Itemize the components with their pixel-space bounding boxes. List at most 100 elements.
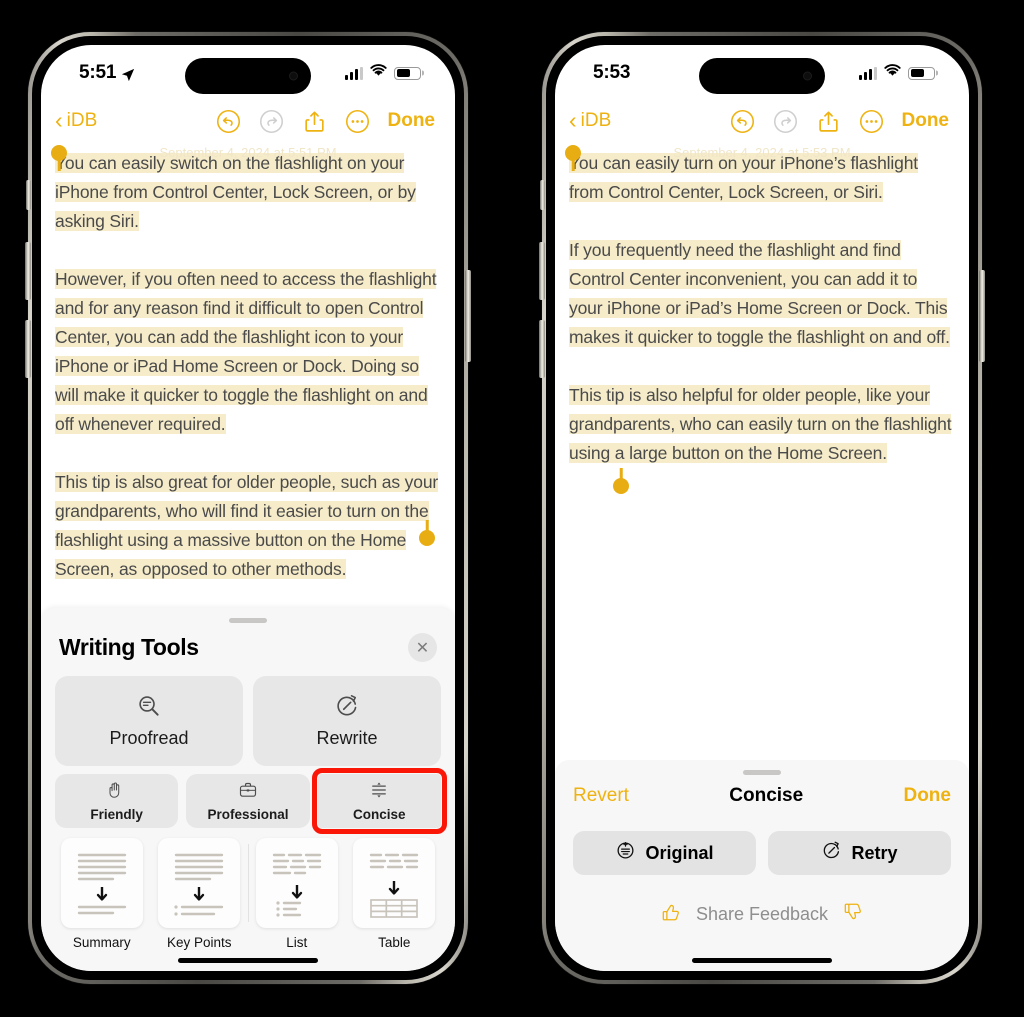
summary-label: Summary <box>72 935 131 950</box>
selection-start-handle[interactable] <box>565 145 581 161</box>
key-points-label: Key Points <box>166 935 232 950</box>
share-feedback-label[interactable]: Share Feedback <box>696 904 828 925</box>
original-button[interactable]: Original <box>573 831 756 875</box>
status-indicators-right <box>859 64 935 82</box>
briefcase-icon <box>238 780 258 805</box>
result-sheet-header: Revert Concise Done <box>573 785 951 807</box>
redo-icon <box>259 109 284 134</box>
original-document-icon <box>615 840 636 866</box>
note-body-right[interactable]: You can easily turn on your iPhone’s fla… <box>555 141 969 494</box>
note-paragraph: You can easily switch on the flashlight … <box>55 153 416 231</box>
note-paragraph: If you frequently need the flashlight an… <box>569 240 950 347</box>
table-button[interactable]: Table <box>348 838 442 950</box>
screenshot-stage: 5:51 September 4, 2024 at 5:51 PM ‹ iDB … <box>0 0 1024 1017</box>
retry-clock-icon <box>821 840 842 866</box>
writing-tools-sheet: Writing Tools ✕ Proofread Rewrite Friend… <box>41 608 455 971</box>
professional-button[interactable]: Professional <box>186 774 310 828</box>
phone-left: 5:51 September 4, 2024 at 5:51 PM ‹ iDB … <box>25 32 471 984</box>
proofread-button[interactable]: Proofread <box>55 676 243 766</box>
power-button[interactable] <box>465 270 471 362</box>
note-body-left[interactable]: You can easily switch on the flashlight … <box>41 141 455 584</box>
status-time-right: 5:53 <box>593 62 630 84</box>
proofread-magnifier-icon <box>136 693 162 724</box>
list-button[interactable]: List <box>250 838 344 950</box>
status-bar-left: 5:51 <box>41 45 455 101</box>
list-label: List <box>286 935 308 950</box>
summary-thumbnail-icon <box>60 838 143 928</box>
power-button[interactable] <box>979 270 985 362</box>
status-indicators-left <box>345 64 421 82</box>
done-button-right[interactable]: Done <box>902 110 950 132</box>
friendly-button[interactable]: Friendly <box>55 774 179 828</box>
home-indicator-left[interactable] <box>178 958 318 963</box>
silence-switch[interactable] <box>26 180 31 210</box>
selection-start-handle[interactable] <box>51 145 67 161</box>
share-icon[interactable] <box>302 109 327 134</box>
rewrite-result-sheet: Revert Concise Done Original Retry Share… <box>555 760 969 971</box>
note-paragraph: This tip is also great for older people,… <box>55 472 439 579</box>
cellular-signal-icon <box>859 66 877 80</box>
front-camera-icon <box>803 71 812 81</box>
proofread-label: Proofread <box>109 728 189 748</box>
nav-bar-left: ‹ iDB Done <box>41 101 455 141</box>
row-divider <box>248 844 249 922</box>
silence-switch[interactable] <box>540 180 545 210</box>
home-indicator-right[interactable] <box>692 958 832 963</box>
undo-icon[interactable] <box>730 109 755 134</box>
result-done-button[interactable]: Done <box>903 785 951 807</box>
status-time-label: 5:51 <box>79 62 117 83</box>
thumbs-down-icon[interactable] <box>842 901 864 928</box>
nav-bar-right: ‹ iDB Done <box>555 101 969 141</box>
status-time-left: 5:51 <box>79 62 135 84</box>
share-icon[interactable] <box>816 109 841 134</box>
result-sheet-title: Concise <box>729 785 804 806</box>
result-actions-row: Original Retry <box>573 831 951 875</box>
format-actions-row: Summary Key Points List Table <box>55 838 441 954</box>
waving-hand-icon <box>107 781 126 805</box>
tone-actions-row: Friendly Professional Concise <box>55 768 448 834</box>
key-points-button[interactable]: Key Points <box>153 838 247 950</box>
back-button-left[interactable]: ‹ iDB <box>55 108 97 132</box>
dynamic-island <box>185 58 311 94</box>
writing-tools-title: Writing Tools <box>59 634 199 660</box>
cellular-signal-icon <box>345 66 363 80</box>
retry-button[interactable]: Retry <box>768 831 951 875</box>
compress-arrows-icon <box>369 780 389 805</box>
volume-up-button[interactable] <box>539 242 545 300</box>
screen-right: 5:53 September 4, 2024 at 5:53 PM ‹ iDB … <box>555 45 969 971</box>
thumbs-up-icon[interactable] <box>660 901 682 928</box>
undo-icon[interactable] <box>216 109 241 134</box>
back-label: iDB <box>580 110 612 131</box>
battery-icon <box>908 66 935 80</box>
more-ellipsis-icon[interactable] <box>345 109 370 134</box>
more-ellipsis-icon[interactable] <box>859 109 884 134</box>
note-paragraph: However, if you often need to access the… <box>55 269 437 434</box>
close-icon[interactable]: ✕ <box>408 633 437 662</box>
concise-label: Concise <box>353 807 406 822</box>
table-label: Table <box>378 935 411 950</box>
sheet-grabber[interactable] <box>229 618 267 623</box>
selection-end-handle[interactable] <box>613 478 629 494</box>
battery-icon <box>394 66 421 80</box>
rewrite-button[interactable]: Rewrite <box>253 676 441 766</box>
professional-label: Professional <box>207 807 289 822</box>
selection-end-handle[interactable] <box>419 530 435 546</box>
phone-bezel-right: 5:53 September 4, 2024 at 5:53 PM ‹ iDB … <box>546 36 978 980</box>
back-button-right[interactable]: ‹ iDB <box>569 106 612 133</box>
sheet-grabber[interactable] <box>743 770 781 775</box>
revert-button[interactable]: Revert <box>573 785 629 807</box>
nav-tools-left: Done <box>216 109 436 134</box>
note-paragraph: This tip is also helpful for older peopl… <box>569 385 952 463</box>
summary-button[interactable]: Summary <box>55 838 149 950</box>
volume-down-button[interactable] <box>539 320 545 378</box>
done-button-left[interactable]: Done <box>388 110 436 132</box>
primary-actions-row: Proofread Rewrite <box>55 676 441 766</box>
chevron-left-icon: ‹ <box>569 106 577 133</box>
friendly-label: Friendly <box>90 806 143 822</box>
wifi-icon <box>884 64 901 82</box>
key-points-thumbnail-icon <box>158 838 241 928</box>
volume-up-button[interactable] <box>25 242 31 300</box>
volume-down-button[interactable] <box>25 320 31 378</box>
concise-button[interactable]: Concise <box>311 768 448 834</box>
feedback-row: Share Feedback <box>573 901 951 928</box>
